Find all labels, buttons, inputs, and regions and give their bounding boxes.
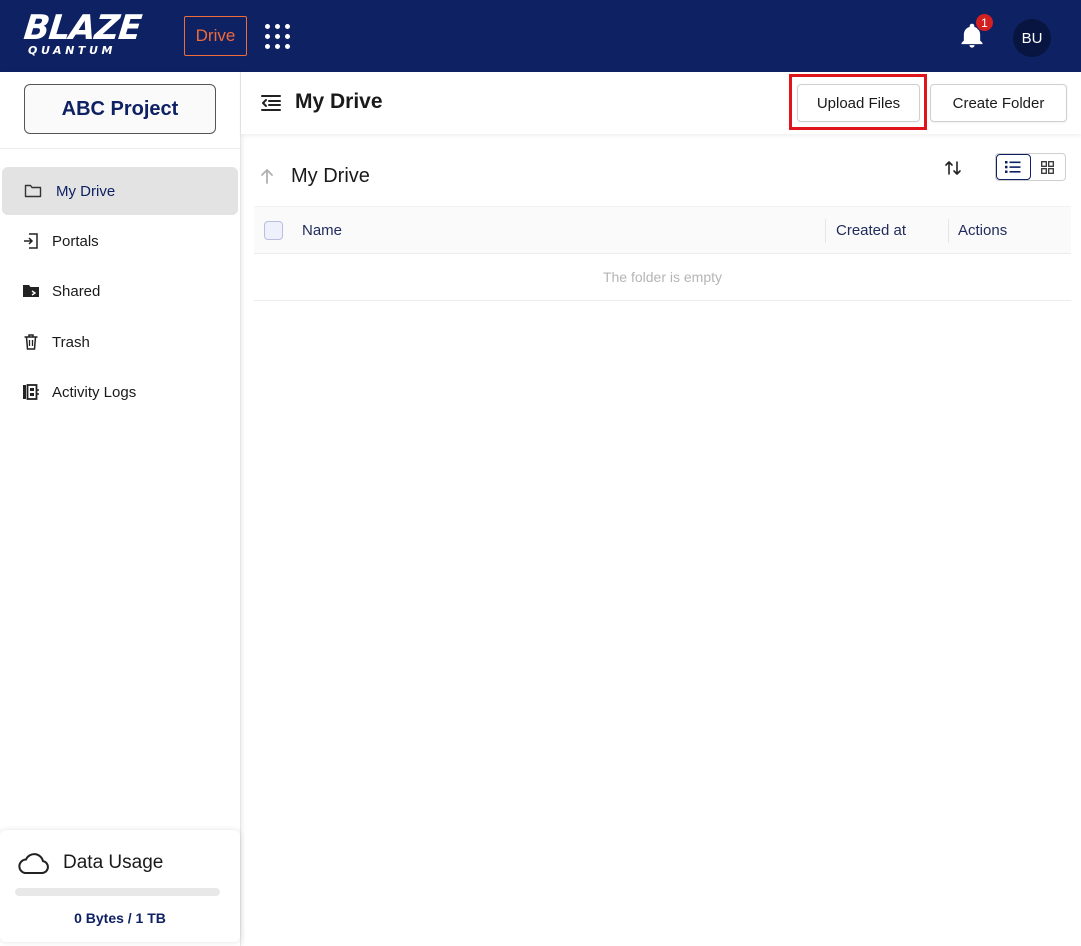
page-title: My Drive bbox=[295, 90, 383, 113]
file-table-header: Name Created at Actions bbox=[254, 206, 1071, 254]
column-header-name[interactable]: Name bbox=[302, 222, 342, 239]
project-selector-button[interactable]: ABC Project bbox=[24, 84, 216, 134]
sidebar: ABC Project My Drive Portals Shared Tras… bbox=[0, 72, 241, 946]
sort-icon[interactable] bbox=[943, 158, 963, 178]
data-usage-progress-bar bbox=[15, 888, 220, 896]
user-avatar[interactable]: BU bbox=[1013, 19, 1051, 57]
empty-folder-message: The folder is empty bbox=[254, 254, 1071, 301]
logo-main-text: BLAZE bbox=[21, 8, 143, 48]
view-toggle bbox=[995, 153, 1066, 181]
column-header-created-at[interactable]: Created at bbox=[836, 222, 906, 239]
shared-folder-icon bbox=[20, 280, 42, 302]
column-header-actions: Actions bbox=[958, 222, 1008, 239]
sidebar-item-activity-logs[interactable]: Activity Logs bbox=[2, 368, 238, 416]
sidebar-item-label: Activity Logs bbox=[52, 383, 137, 401]
upload-files-button[interactable]: Upload Files bbox=[797, 84, 920, 122]
select-all-checkbox[interactable] bbox=[264, 221, 283, 240]
sidebar-item-my-drive[interactable]: My Drive bbox=[2, 167, 238, 215]
column-divider bbox=[825, 219, 826, 243]
cloud-icon bbox=[18, 853, 49, 874]
folder-icon bbox=[22, 180, 44, 202]
collapse-sidebar-icon[interactable] bbox=[259, 91, 283, 115]
notification-count-badge: 1 bbox=[975, 13, 994, 32]
activity-log-icon bbox=[20, 381, 42, 403]
grid-view-button[interactable] bbox=[1031, 154, 1065, 180]
trash-icon bbox=[20, 331, 42, 353]
data-usage-title: Data Usage bbox=[63, 852, 164, 873]
sidebar-item-portals[interactable]: Portals bbox=[2, 217, 238, 265]
column-divider bbox=[948, 219, 949, 243]
data-usage-card: Data Usage 0 Bytes / 1 TB bbox=[0, 830, 240, 942]
sidebar-item-label: Portals bbox=[52, 232, 99, 250]
data-usage-text: 0 Bytes / 1 TB bbox=[74, 910, 166, 926]
list-view-button[interactable] bbox=[996, 154, 1031, 180]
sidebar-item-shared[interactable]: Shared bbox=[2, 267, 238, 315]
main-header: My Drive Upload Files Create Folder bbox=[241, 72, 1081, 134]
sidebar-item-label: Shared bbox=[52, 282, 101, 300]
sidebar-item-trash[interactable]: Trash bbox=[2, 318, 238, 366]
grid-view-icon bbox=[1041, 160, 1055, 174]
drive-app-badge[interactable]: Drive bbox=[184, 16, 247, 56]
sidebar-item-label: My Drive bbox=[56, 182, 116, 200]
arrow-up-icon[interactable] bbox=[258, 167, 276, 185]
list-view-icon bbox=[1005, 161, 1021, 173]
sidebar-divider bbox=[0, 148, 240, 149]
sidebar-item-label: Trash bbox=[52, 333, 90, 351]
blaze-quantum-logo[interactable]: BLAZE QUANTUM bbox=[21, 8, 164, 60]
breadcrumb: My Drive bbox=[291, 165, 370, 187]
portal-enter-icon bbox=[20, 230, 42, 252]
logo-sub-text: QUANTUM bbox=[28, 44, 117, 57]
apps-grid-icon[interactable] bbox=[265, 24, 290, 49]
top-bar: BLAZE QUANTUM Drive 1 BU bbox=[0, 0, 1081, 72]
create-folder-button[interactable]: Create Folder bbox=[930, 84, 1067, 122]
